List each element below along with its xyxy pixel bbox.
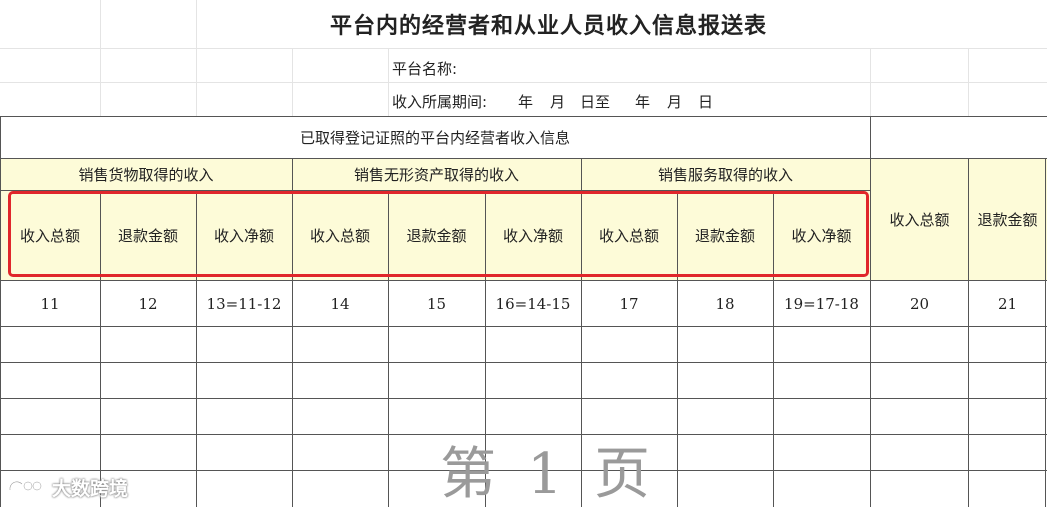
period-day-end: 日 bbox=[698, 93, 714, 111]
watermark: 大数跨境 bbox=[6, 474, 128, 501]
grid-line bbox=[0, 48, 1047, 49]
period-month-start: 月 bbox=[550, 93, 566, 111]
column-number: 15 bbox=[426, 294, 447, 313]
column-number: 13=11-12 bbox=[206, 294, 282, 313]
grid-line bbox=[292, 48, 293, 116]
highlight-box bbox=[8, 191, 869, 277]
column-number: 14 bbox=[330, 294, 350, 313]
group-header-services: 销售服务取得的收入 bbox=[657, 166, 793, 184]
column-number: 19=17-18 bbox=[784, 294, 859, 313]
group-header-goods: 销售货物取得的收入 bbox=[78, 166, 214, 184]
column-number: 17 bbox=[619, 294, 639, 313]
page-number-mark: 第 1 页 bbox=[440, 440, 660, 510]
period-year-end: 年 bbox=[635, 93, 651, 111]
column-number: 21 bbox=[997, 294, 1018, 313]
column-number: 16=14-15 bbox=[495, 294, 571, 313]
page-char: 1 bbox=[527, 442, 573, 507]
column-number: 11 bbox=[40, 294, 60, 313]
grid-line bbox=[968, 48, 969, 116]
page-char: 第 bbox=[440, 442, 506, 507]
grid-line bbox=[196, 48, 197, 116]
grid-line bbox=[100, 48, 101, 116]
column-number: 20 bbox=[909, 294, 930, 313]
table-border bbox=[0, 326, 1047, 327]
column-number: 12 bbox=[138, 294, 158, 313]
period-month-end: 月 bbox=[667, 93, 683, 111]
spreadsheet-sheet: 平台内的经营者和从业人员收入信息报送表 平台名称: 收入所属期间: 年 月 日至… bbox=[0, 0, 1047, 507]
table-border bbox=[0, 398, 1047, 399]
period-year-start: 年 bbox=[518, 93, 534, 111]
grid-line bbox=[388, 48, 389, 116]
watermark-text: 大数跨境 bbox=[52, 478, 129, 500]
platform-name-label: 平台名称: bbox=[392, 60, 458, 78]
grid-line bbox=[0, 82, 1047, 83]
column-header: 退款金额 bbox=[977, 211, 1038, 229]
section-title: 已取得登记证照的平台内经营者收入信息 bbox=[299, 129, 570, 147]
table-border bbox=[0, 362, 1047, 363]
page-char: 页 bbox=[593, 442, 660, 507]
column-header: 收入总额 bbox=[889, 211, 950, 229]
period-day-start: 日至 bbox=[580, 93, 611, 111]
grid-line bbox=[870, 48, 871, 116]
sheet-title: 平台内的经营者和从业人员收入信息报送表 bbox=[329, 13, 767, 39]
group-header-intangible: 销售无形资产取得的收入 bbox=[353, 166, 519, 184]
column-number: 18 bbox=[715, 294, 735, 313]
watermark-logo-icon bbox=[8, 480, 43, 491]
period-label: 收入所属期间: bbox=[392, 93, 488, 111]
table-border bbox=[0, 434, 1047, 435]
